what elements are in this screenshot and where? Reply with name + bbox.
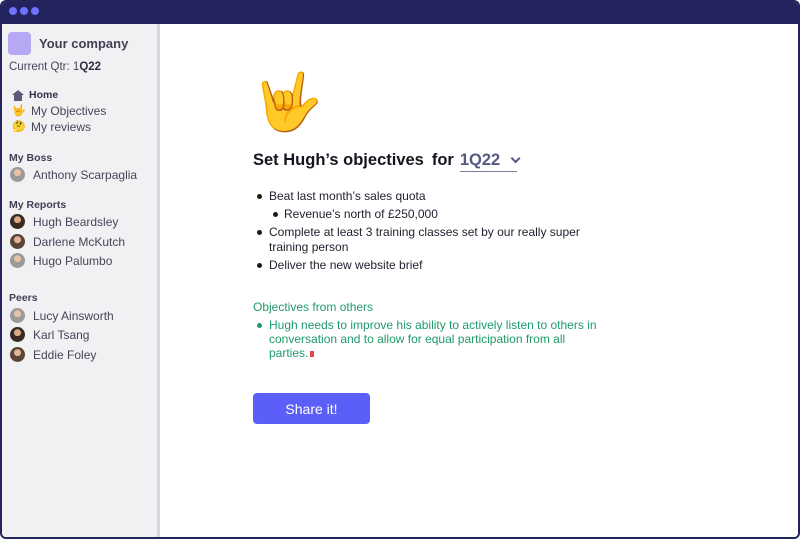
avatar xyxy=(10,347,25,362)
objective-item[interactable]: Complete at least 3 training classes set… xyxy=(253,225,613,255)
company-logo xyxy=(8,32,31,55)
person-eddie-foley[interactable]: Eddie Foley xyxy=(10,347,96,362)
sidebar-item-label: Home xyxy=(29,89,59,101)
share-button[interactable]: Share it! xyxy=(253,393,370,424)
avatar xyxy=(10,308,25,323)
avatar xyxy=(10,327,25,342)
window-dot-icon[interactable] xyxy=(31,7,39,15)
others-objective-text: Hugh needs to improve his ability to act… xyxy=(269,318,597,360)
quarter-select-value: 1Q22 xyxy=(459,151,501,169)
home-icon xyxy=(12,89,24,101)
person-karl-tsang[interactable]: Karl Tsang xyxy=(10,327,89,342)
sidebar-item-my-reviews[interactable]: 🤔 My reviews xyxy=(12,119,106,135)
person-lucy-ainsworth[interactable]: Lucy Ainsworth xyxy=(10,308,114,323)
quarter-select[interactable]: 1Q22 xyxy=(459,151,521,172)
sidebar-item-my-objectives[interactable]: 🤟 My Objectives xyxy=(12,103,106,119)
sidebar-item-label: My Objectives xyxy=(31,104,107,118)
chevron-down-icon xyxy=(510,153,521,164)
person-name: Karl Tsang xyxy=(33,327,90,342)
section-title-my-boss: My Boss xyxy=(9,152,53,164)
person-name: Anthony Scarpaglia xyxy=(33,167,138,182)
objectives-list: Beat last month’s sales quota Revenue’s … xyxy=(253,189,613,276)
person-name: Lucy Ainsworth xyxy=(33,308,114,323)
others-objective-item[interactable]: Hugh needs to improve his ability to act… xyxy=(253,318,598,360)
avatar xyxy=(10,234,25,249)
window-dot-icon[interactable] xyxy=(9,7,17,15)
person-darlene-mckutch[interactable]: Darlene McKutch xyxy=(10,234,125,249)
window-dot-icon[interactable] xyxy=(20,7,28,15)
sidebar-item-home[interactable]: Home xyxy=(12,87,106,103)
sidebar-item-label: My reviews xyxy=(31,120,92,134)
person-name: Darlene McKutch xyxy=(33,234,126,249)
current-quarter-value: Q22 xyxy=(79,61,102,73)
others-objectives-list: Hugh needs to improve his ability to act… xyxy=(253,318,598,360)
page-title-text: Set Hugh’s objectives xyxy=(253,151,424,169)
avatar xyxy=(10,214,25,229)
company-header[interactable]: Your company xyxy=(8,32,128,55)
section-title-peers: Peers xyxy=(9,292,38,304)
app-window: Your company Current Qtr: 1Q22 Home 🤟 My… xyxy=(0,0,800,539)
rock-hand-icon: 🤟 xyxy=(12,105,26,117)
objective-item[interactable]: Beat last month’s sales quota xyxy=(253,189,613,204)
person-hugh-beardsley[interactable]: Hugh Beardsley xyxy=(10,214,118,229)
sidebar-nav: Home 🤟 My Objectives 🤔 My reviews xyxy=(12,87,106,135)
current-quarter: Current Qtr: 1Q22 xyxy=(9,61,101,73)
person-hugo-palumbo[interactable]: Hugo Palumbo xyxy=(10,253,112,268)
person-anthony-scarpaglia[interactable]: Anthony Scarpaglia xyxy=(10,167,137,182)
person-name: Hugh Beardsley xyxy=(33,214,119,229)
avatar xyxy=(10,253,25,268)
objective-item[interactable]: Deliver the new website brief xyxy=(253,258,613,273)
current-quarter-label: Current Qtr: 1 xyxy=(9,61,80,73)
others-objectives-title: Objectives from others xyxy=(253,300,374,314)
person-name: Hugo Palumbo xyxy=(33,253,113,268)
page-title: Set Hugh’s objectives for 1Q22 xyxy=(253,151,521,172)
avatar xyxy=(10,167,25,182)
company-name: Your company xyxy=(39,36,129,51)
delete-icon[interactable] xyxy=(310,350,315,357)
page-title-for: for xyxy=(431,151,454,169)
section-title-my-reports: My Reports xyxy=(9,199,67,211)
main-content: 🤟 Set Hugh’s objectives for 1Q22 Beat la… xyxy=(162,24,798,537)
window-titlebar xyxy=(2,2,798,24)
thinking-face-icon: 🤔 xyxy=(12,121,26,133)
rock-hand-icon: 🤟 xyxy=(253,70,323,133)
objective-subitem[interactable]: Revenue’s north of £250,000 xyxy=(253,207,613,222)
person-name: Eddie Foley xyxy=(33,347,97,362)
sidebar: Your company Current Qtr: 1Q22 Home 🤟 My… xyxy=(2,24,160,537)
